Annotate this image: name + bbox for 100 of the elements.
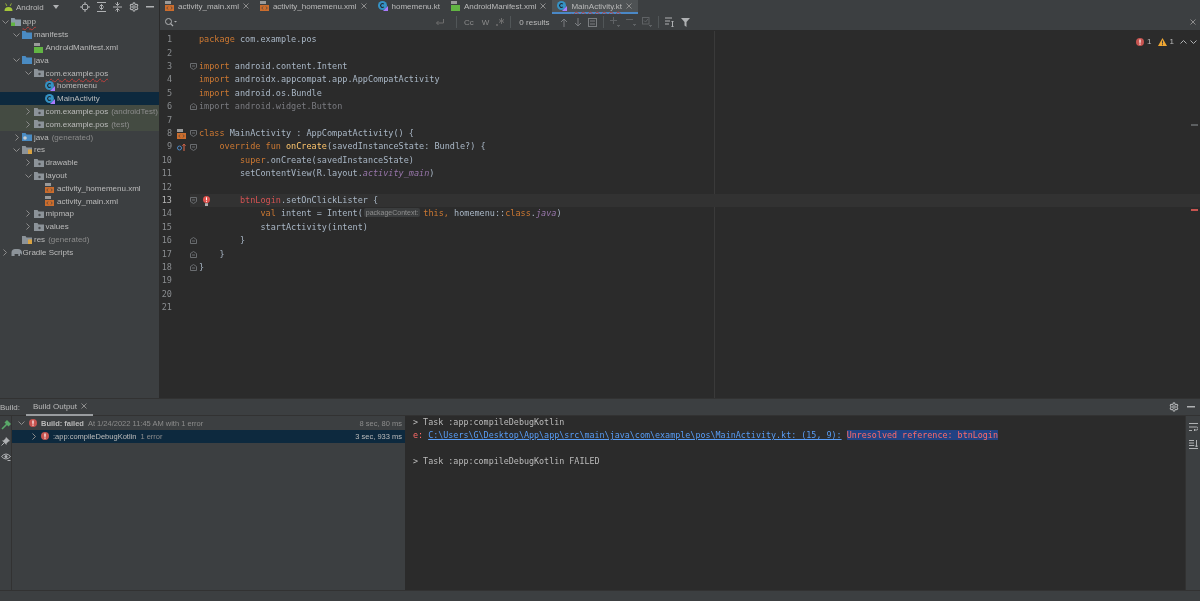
lightbulb-icon[interactable] <box>203 195 210 206</box>
close-icon[interactable] <box>1190 19 1196 25</box>
arrow-up-icon[interactable] <box>559 17 568 27</box>
chevron-down-icon[interactable] <box>13 32 21 37</box>
chevron-right-icon[interactable] <box>3 248 8 256</box>
arrows-together-icon[interactable] <box>113 2 122 12</box>
settings-icon[interactable] <box>129 2 139 12</box>
minimize-icon[interactable] <box>1187 406 1195 408</box>
layout-file-icon <box>45 183 54 194</box>
scroll-to-end-icon[interactable] <box>1188 440 1198 449</box>
checkbox-icon[interactable] <box>641 17 652 27</box>
panel-tab[interactable]: Build Output <box>26 398 94 416</box>
tree-item[interactable]: java <box>0 54 159 67</box>
line-number: 2 <box>165 46 172 60</box>
newline-icon[interactable] <box>435 18 444 26</box>
tree-item[interactable]: layout <box>0 169 159 182</box>
tree-item[interactable]: activity_homemenu.xml <box>0 181 159 195</box>
settings-icon[interactable] <box>1169 402 1179 412</box>
chevron-up-icon[interactable] <box>1180 39 1187 44</box>
chevron-right-icon[interactable] <box>26 108 31 116</box>
tree-item[interactable]: mipmap <box>0 207 159 221</box>
tree-item[interactable]: java (generated) <box>0 130 159 144</box>
minus-icon[interactable] <box>625 18 636 26</box>
tree-item[interactable]: app <box>0 15 159 29</box>
layout-file-icon[interactable] <box>176 128 186 139</box>
search-icon[interactable] <box>165 17 177 27</box>
fold-marker-icon[interactable] <box>190 130 197 138</box>
tree-item[interactable]: com.example.pos (androidTest) <box>0 105 159 118</box>
editor-tab[interactable]: MainActivity.kt <box>552 0 638 14</box>
fold-marker-icon[interactable] <box>190 103 197 111</box>
error-icon <box>1136 37 1145 46</box>
tree-item[interactable]: Gradle Scripts <box>0 245 159 259</box>
chevron-right-icon[interactable] <box>26 120 31 128</box>
override-icon[interactable] <box>176 143 186 152</box>
wrap-text-icon[interactable] <box>1188 423 1198 431</box>
line-number: 15 <box>160 220 172 234</box>
editor-tab[interactable]: activity_main.xml <box>160 0 255 14</box>
close-icon[interactable] <box>242 3 249 9</box>
tree-item[interactable]: MainActivity <box>0 92 159 106</box>
chevron-down-icon[interactable] <box>1190 39 1197 44</box>
hammer-icon[interactable] <box>0 420 11 430</box>
chevron-down-icon[interactable] <box>13 147 21 152</box>
tree-item[interactable]: AndroidManifest.xml <box>0 41 159 54</box>
chevron-right-icon[interactable] <box>26 210 31 218</box>
fold-marker-icon[interactable] <box>190 237 197 245</box>
filter-icon[interactable] <box>680 17 690 27</box>
folder-icon <box>22 56 32 65</box>
tree-item[interactable]: activity_main.xml <box>0 194 159 208</box>
chevron-down-icon[interactable] <box>1 20 9 24</box>
minimize-icon[interactable] <box>146 6 154 8</box>
plus-icon[interactable] <box>609 17 620 27</box>
code-line: import android.content.Intent <box>199 61 348 72</box>
crosshair-icon[interactable] <box>80 2 90 12</box>
chevron-down-icon[interactable] <box>24 173 32 178</box>
close-icon[interactable] <box>360 3 367 9</box>
tree-item[interactable]: com.example.pos <box>0 66 159 80</box>
chevron-right-icon[interactable] <box>31 432 36 440</box>
fold-marker-icon[interactable] <box>190 197 197 205</box>
option-toggle[interactable]: Cc <box>463 16 475 28</box>
arrows-apart-icon[interactable] <box>97 2 106 12</box>
close-icon[interactable] <box>626 3 632 9</box>
chevron-right-icon[interactable] <box>14 133 19 141</box>
text-lines-icon[interactable] <box>664 17 675 27</box>
text-box-icon[interactable] <box>587 17 597 27</box>
tree-item[interactable]: res (generated) <box>0 233 159 246</box>
class-icon <box>377 1 388 11</box>
file-link[interactable]: C:\Users\G\Desktop\App\app\src\main\java\com\example\pos\MainActivity.kt: (15, 9): <box>428 430 842 440</box>
fold-marker-icon[interactable] <box>190 250 197 258</box>
chevron-down-icon[interactable] <box>13 58 21 63</box>
tree-item[interactable]: manifests <box>0 28 159 42</box>
tree-item[interactable]: drawable <box>0 156 159 170</box>
class-icon <box>45 80 55 91</box>
chevron-right-icon[interactable] <box>26 223 31 231</box>
tree-item[interactable]: res <box>0 143 159 157</box>
fold-marker-icon[interactable] <box>190 143 197 151</box>
regex-icon[interactable] <box>496 18 505 26</box>
code-line: super.onCreate(savedInstanceState) <box>239 154 414 165</box>
code-line: startActivity(intent) <box>260 221 368 232</box>
line-number: 21 <box>160 301 172 315</box>
arrow-down-icon[interactable] <box>573 17 582 27</box>
editor-tab[interactable]: AndroidManifest.xml <box>445 0 553 14</box>
option-toggle[interactable]: W <box>480 16 491 28</box>
package-folder-icon <box>33 69 44 78</box>
fold-marker-icon[interactable] <box>190 264 197 272</box>
close-icon[interactable] <box>540 3 547 9</box>
chevron-down-icon[interactable] <box>24 71 32 76</box>
code-line: } <box>199 261 205 272</box>
fold-marker-icon[interactable] <box>190 63 197 71</box>
chevron-right-icon[interactable] <box>26 159 31 167</box>
eye-icon[interactable] <box>0 453 11 461</box>
editor-tab[interactable]: activity_homemenu.xml <box>254 0 373 14</box>
view-dropdown[interactable]: Android <box>4 1 59 13</box>
chevron-down-icon[interactable] <box>18 421 25 425</box>
tree-item[interactable]: homemenu <box>0 79 159 93</box>
line-number: 17 <box>160 247 172 261</box>
pin-icon[interactable] <box>1 437 10 446</box>
close-icon[interactable] <box>81 403 88 409</box>
editor-tab[interactable]: homemenu.kt <box>372 0 446 14</box>
tree-item[interactable]: values <box>0 220 159 234</box>
line-number: 20 <box>160 287 172 301</box>
